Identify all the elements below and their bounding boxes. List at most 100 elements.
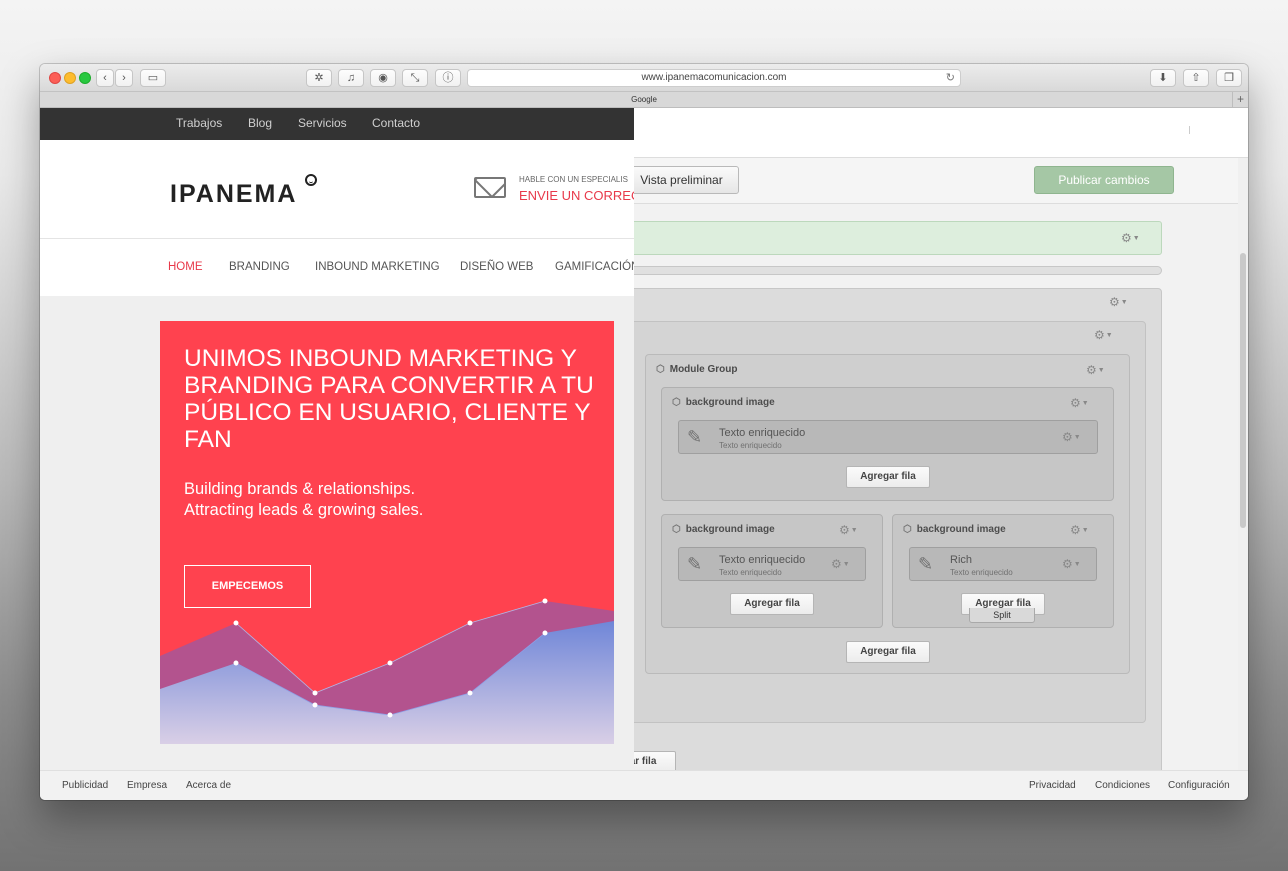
browser-window: ‹ › ▭ ✲ ♫ ◉ ⤡ ⓘ www.ipanemacomunicacion.…: [40, 64, 1248, 800]
bg-image-gear-icon[interactable]: ⚙ ▼: [839, 523, 858, 537]
cube-icon: ⬡: [672, 397, 681, 408]
send-email-link[interactable]: ENVIE UN CORREO: [519, 188, 634, 203]
nav-branding[interactable]: BRANDING: [229, 261, 290, 273]
rich-text-module[interactable]: ✎ Texto enriquecido Texto enriquecido ⚙ ▼: [678, 420, 1098, 454]
back-button[interactable]: ‹: [96, 69, 114, 87]
forward-button[interactable]: ›: [115, 69, 133, 87]
ipanema-site: Trabajos Blog Servicios Contacto IPANEMA…: [40, 108, 634, 770]
sidebar-button[interactable]: ▭: [140, 69, 166, 87]
tab-google[interactable]: Google: [631, 95, 657, 104]
music-note-icon: ♫: [346, 72, 356, 84]
footer-link-publicidad[interactable]: Publicidad: [62, 780, 108, 791]
footer-link-privacidad[interactable]: Privacidad: [1029, 780, 1076, 791]
builder-header: [634, 108, 1248, 158]
share-button[interactable]: ⇧: [1183, 69, 1209, 87]
nav-inbound-marketing[interactable]: INBOUND MARKETING: [315, 261, 440, 273]
top-nav-servicios[interactable]: Servicios: [298, 116, 347, 130]
top-nav-blog[interactable]: Blog: [248, 116, 272, 130]
add-row-button[interactable]: gar fila: [634, 751, 676, 770]
node-dot: [467, 690, 473, 696]
node-dot: [233, 620, 239, 626]
edit-pencil-icon: ✎: [687, 554, 703, 574]
edit-pencil-icon: ✎: [687, 427, 703, 447]
share-icon: ⇧: [1191, 72, 1201, 84]
bg-image-box-top[interactable]: ⬡ background image ⚙ ▼ ✎ Texto enriquecido…: [661, 387, 1114, 501]
bg-image-title: background image: [685, 524, 775, 535]
node-dot: [542, 598, 548, 604]
inner-settings-gear-icon[interactable]: ⚙ ▼: [1094, 328, 1113, 342]
tabs-icon: ❐: [1224, 72, 1234, 84]
tabs-overview-button[interactable]: ❐: [1216, 69, 1242, 87]
zoom-window-button[interactable]: [79, 72, 91, 84]
extension-button-1[interactable]: ✲: [306, 69, 332, 87]
node-dot: [387, 660, 393, 666]
top-nav: Trabajos Blog Servicios Contacto: [40, 108, 634, 140]
rich-text-module[interactable]: ✎ Rich Texto enriquecido ⚙ ▼: [909, 547, 1097, 581]
main-nav: HOME BRANDING INBOUND MARKETING DISEÑO W…: [40, 239, 634, 296]
address-url: www.ipanemacomunicacion.com: [641, 72, 787, 83]
module-gear-icon[interactable]: ⚙ ▼: [1062, 430, 1081, 444]
reload-icon[interactable]: ↻: [946, 70, 955, 86]
cube-icon: ⬡: [656, 364, 665, 375]
module-group: ⬡ Module Group ⚙ ▼ ⬡ background image ⚙ ▼ ✎ …: [645, 354, 1130, 674]
module-subtitle: Texto enriquecido: [719, 441, 782, 450]
scrollbar-thumb[interactable]: [1240, 253, 1246, 528]
bg-image-gear-icon[interactable]: ⚙ ▼: [1070, 396, 1089, 410]
nav-diseno-web[interactable]: DISEÑO WEB: [460, 261, 533, 273]
module-group-gear-icon[interactable]: ⚙ ▼: [1086, 363, 1105, 377]
site-header: IPANEMA HABLE CON UN ESPECIALIS ENVIE UN…: [40, 140, 634, 239]
nav-home[interactable]: HOME: [168, 261, 203, 273]
section-settings-gear-icon[interactable]: ⚙ ▼: [1121, 231, 1140, 245]
bg-image-box-left[interactable]: ⬡ background image ⚙ ▼ ✎ Texto enriquecido…: [661, 514, 883, 628]
top-nav-trabajos[interactable]: Trabajos: [176, 116, 222, 130]
preview-button[interactable]: Vista preliminar: [634, 166, 739, 194]
hero-cta-button[interactable]: EMPECEMOS: [184, 565, 311, 608]
sidebar-icon: ▭: [147, 72, 159, 84]
module-gear-icon[interactable]: ⚙ ▼: [1062, 557, 1081, 571]
module-gear-icon[interactable]: ⚙ ▼: [831, 557, 850, 571]
outer-settings-gear-icon[interactable]: ⚙ ▼: [1109, 295, 1128, 309]
extension-button-4[interactable]: ⤡: [402, 69, 428, 87]
extension-button-2[interactable]: ♫: [338, 69, 364, 87]
publish-changes-button[interactable]: Publicar cambios: [1034, 166, 1174, 194]
close-window-button[interactable]: [49, 72, 61, 84]
add-row-button[interactable]: Agregar fila: [846, 641, 930, 663]
cube-icon: ⬡: [672, 524, 681, 535]
edit-pencil-icon: ✎: [918, 554, 934, 574]
envelope-icon[interactable]: [474, 177, 506, 198]
minimize-window-button[interactable]: [64, 72, 76, 84]
record-icon: ◉: [378, 72, 388, 84]
node-dot: [387, 712, 393, 718]
split-tooltip[interactable]: Split: [969, 608, 1035, 623]
page-footer: Publicidad Empresa Acerca de Privacidad …: [40, 770, 1248, 800]
add-row-button[interactable]: Agregar fila: [846, 466, 930, 488]
section-divider: [634, 266, 1162, 275]
module-title: Texto enriquecido: [719, 427, 806, 439]
footer-link-acerca[interactable]: Acerca de: [186, 780, 231, 791]
chevron-left-icon: ‹: [103, 72, 107, 84]
bg-image-gear-icon[interactable]: ⚙ ▼: [1070, 523, 1089, 537]
address-bar[interactable]: www.ipanemacomunicacion.com ↻: [467, 69, 961, 87]
nav-gamificacion[interactable]: GAMIFICACIÓN: [555, 261, 634, 273]
add-row-button[interactable]: Agregar fila: [730, 593, 814, 615]
downloads-button[interactable]: ⬇: [1150, 69, 1176, 87]
builder-scrollbar[interactable]: [1238, 158, 1248, 770]
active-section-strip[interactable]: ⚙ ▼: [634, 221, 1162, 255]
module-group-title: Module Group: [669, 364, 738, 375]
site-logo[interactable]: IPANEMA: [170, 180, 297, 209]
new-tab-button[interactable]: +: [1232, 92, 1248, 107]
module-subtitle: Texto enriquecido: [719, 568, 782, 577]
cube-icon: ⬡: [903, 524, 912, 535]
footer-link-configuracion[interactable]: Configuración: [1168, 780, 1230, 791]
top-nav-contacto[interactable]: Contacto: [372, 116, 420, 130]
hero-banner: UNIMOS INBOUND MARKETING Y BRANDING PARA…: [160, 321, 614, 744]
footer-link-empresa[interactable]: Empresa: [127, 780, 167, 791]
chevron-right-icon: ›: [122, 72, 126, 84]
rich-text-module[interactable]: ✎ Texto enriquecido Texto enriquecido ⚙ ▼: [678, 547, 866, 581]
extension-button-3[interactable]: ◉: [370, 69, 396, 87]
footer-link-condiciones[interactable]: Condiciones: [1095, 780, 1150, 791]
node-dot: [312, 702, 318, 708]
hero-subtitle: Building brands & relationships. Attract…: [184, 480, 424, 519]
extension-button-5[interactable]: ⓘ: [435, 69, 461, 87]
download-icon: ⬇: [1158, 72, 1168, 84]
